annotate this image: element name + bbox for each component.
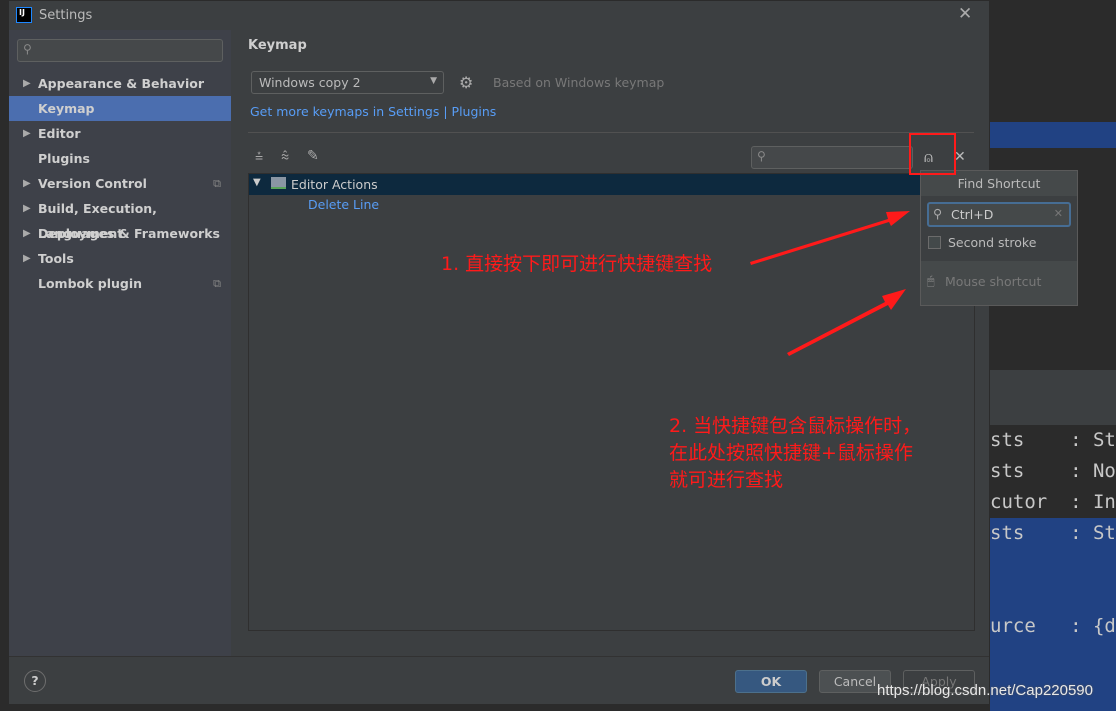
annotation-arrow-2 <box>787 289 906 356</box>
annotation-arrow-1 <box>750 211 910 265</box>
annotation-line: 就可进行查找 <box>669 469 784 491</box>
annotation-line: 2. 当快捷键包含鼠标操作时， <box>669 415 922 437</box>
annotation-arrows <box>750 211 910 356</box>
annotation-note-2: 2. 当快捷键包含鼠标操作时， 在此处按照快捷键+鼠标操作 就可进行查找 <box>669 413 921 494</box>
watermark: https://blog.csdn.net/Cap220590 <box>877 682 1093 699</box>
annotation-line: 在此处按照快捷键+鼠标操作 <box>669 442 913 464</box>
annotation-note-1: 1. 直接按下即可进行快捷键查找 <box>441 253 713 275</box>
